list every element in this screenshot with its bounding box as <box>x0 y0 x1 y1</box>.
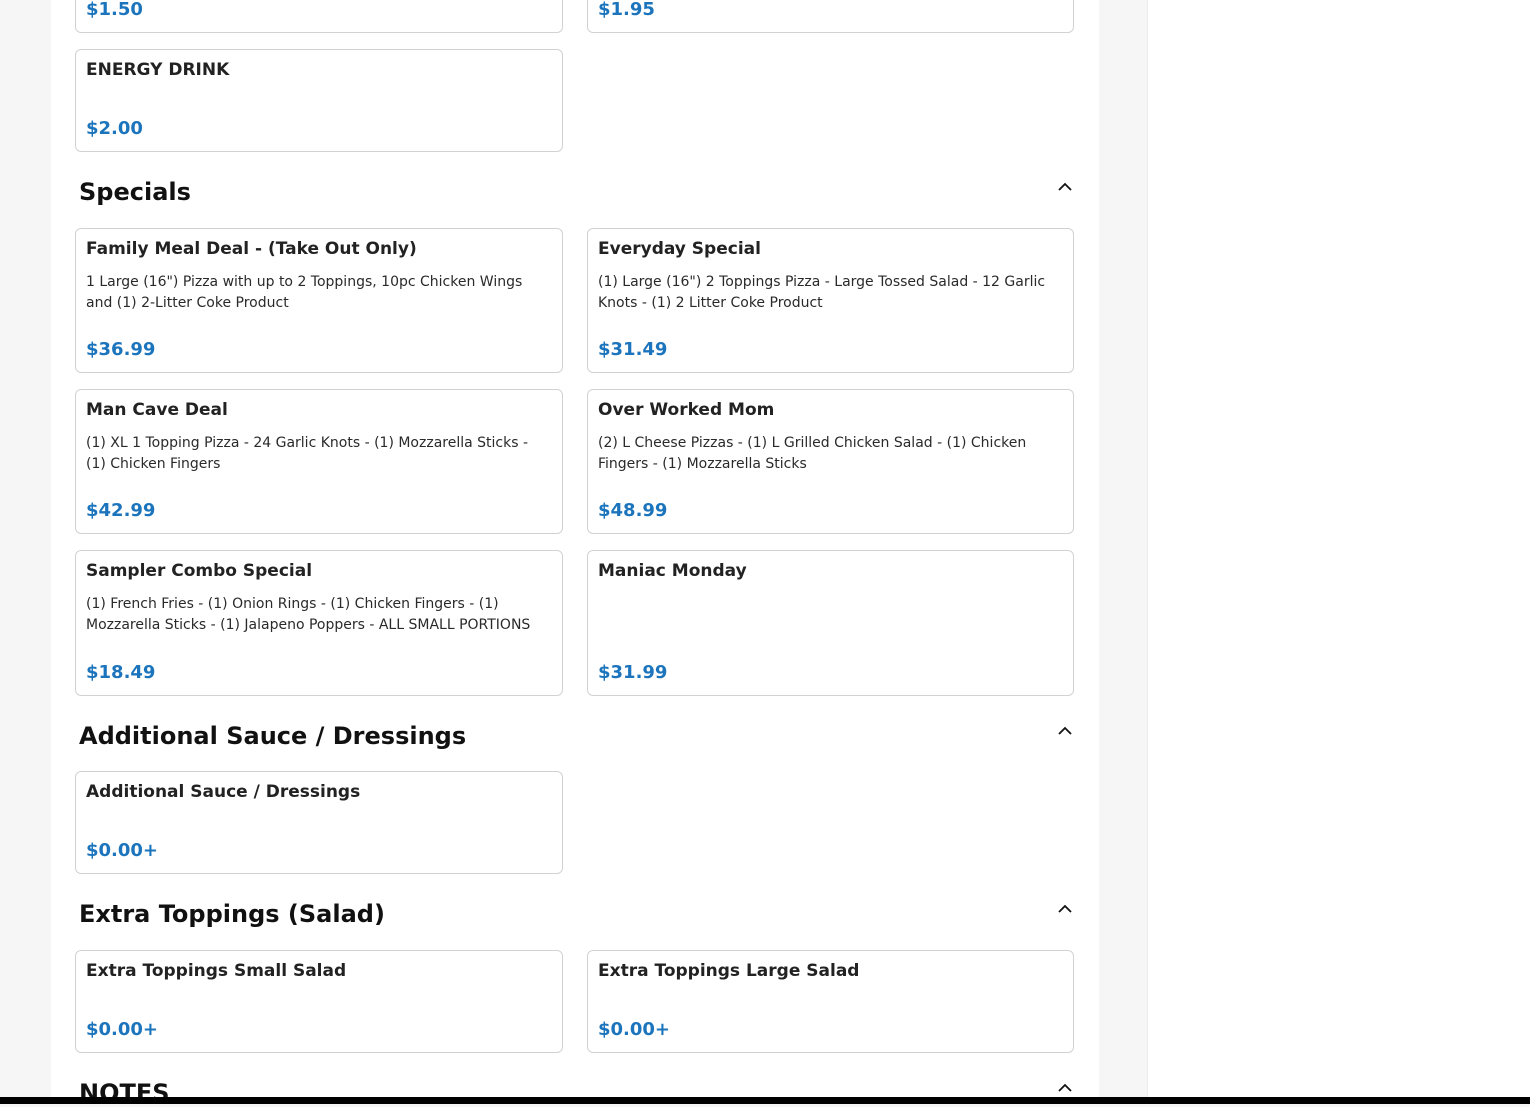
item-name: Maniac Monday <box>598 561 747 581</box>
item-name: ENERGY DRINK <box>86 60 230 80</box>
menu-item-card[interactable]: $1.50 <box>75 0 563 33</box>
item-price: $31.99 <box>598 662 668 683</box>
section-title-sauces: Additional Sauce / Dressings <box>79 722 467 750</box>
item-description: (2) L Cheese Pizzas - (1) L Grilled Chic… <box>598 435 1027 472</box>
item-name: Over Worked Mom <box>598 400 775 420</box>
section-title-extra-toppings: Extra Toppings (Salad) <box>79 900 385 928</box>
item-name: Everyday Special <box>598 239 761 259</box>
item-price: $42.99 <box>86 500 156 521</box>
item-price: $0.00+ <box>86 840 159 861</box>
item-price: $1.95 <box>598 0 655 20</box>
item-name: Extra Toppings Small Salad <box>86 961 347 981</box>
menu-item-card[interactable]: Family Meal Deal - (Take Out Only) 1 Lar… <box>75 228 563 373</box>
menu-item-card[interactable]: Maniac Monday $31.99 <box>587 550 1074 696</box>
item-price: $0.00+ <box>86 1019 159 1040</box>
item-price: $36.99 <box>86 339 156 360</box>
item-price: $48.99 <box>598 500 668 521</box>
menu-item-card[interactable]: Man Cave Deal (1) XL 1 Topping Pizza - 2… <box>75 389 563 534</box>
menu-item-card[interactable]: Extra Toppings Large Salad $0.00+ <box>587 950 1074 1053</box>
chevron-up-icon[interactable] <box>1057 724 1073 736</box>
item-price: $0.00+ <box>598 1019 671 1040</box>
item-description: (1) French Fries - (1) Onion Rings - (1)… <box>86 596 531 633</box>
chevron-up-icon[interactable] <box>1057 180 1073 192</box>
item-name: Man Cave Deal <box>86 400 228 420</box>
menu-item-card[interactable]: Additional Sauce / Dressings $0.00+ <box>75 771 563 874</box>
section-title-specials: Specials <box>79 178 191 206</box>
menu-item-card[interactable]: Extra Toppings Small Salad $0.00+ <box>75 950 563 1053</box>
order-side-panel <box>1147 0 1530 1104</box>
item-description: 1 Large (16") Pizza with up to 2 Topping… <box>86 274 523 311</box>
chevron-up-icon[interactable] <box>1057 902 1073 914</box>
item-price: $31.49 <box>598 339 668 360</box>
menu-item-card[interactable]: Everyday Special (1) Large (16") 2 Toppi… <box>587 228 1074 373</box>
menu-item-card[interactable]: ENERGY DRINK $2.00 <box>75 49 563 152</box>
menu-item-card[interactable]: Sampler Combo Special (1) French Fries -… <box>75 550 563 696</box>
item-price: $18.49 <box>86 662 156 683</box>
item-name: Sampler Combo Special <box>86 561 313 581</box>
item-name: Extra Toppings Large Salad <box>598 961 860 981</box>
menu-item-card[interactable]: $1.95 <box>587 0 1074 33</box>
menu-item-card[interactable]: Over Worked Mom (2) L Cheese Pizzas - (1… <box>587 389 1074 534</box>
item-name: Additional Sauce / Dressings <box>86 782 361 802</box>
item-description: (1) XL 1 Topping Pizza - 24 Garlic Knots… <box>86 435 529 472</box>
bottom-bar <box>0 1097 1530 1104</box>
item-price: $1.50 <box>86 0 143 20</box>
item-name: Family Meal Deal - (Take Out Only) <box>86 239 417 259</box>
item-description: (1) Large (16") 2 Toppings Pizza - Large… <box>598 274 1046 311</box>
chevron-up-icon[interactable] <box>1057 1081 1073 1093</box>
item-price: $2.00 <box>86 118 143 139</box>
